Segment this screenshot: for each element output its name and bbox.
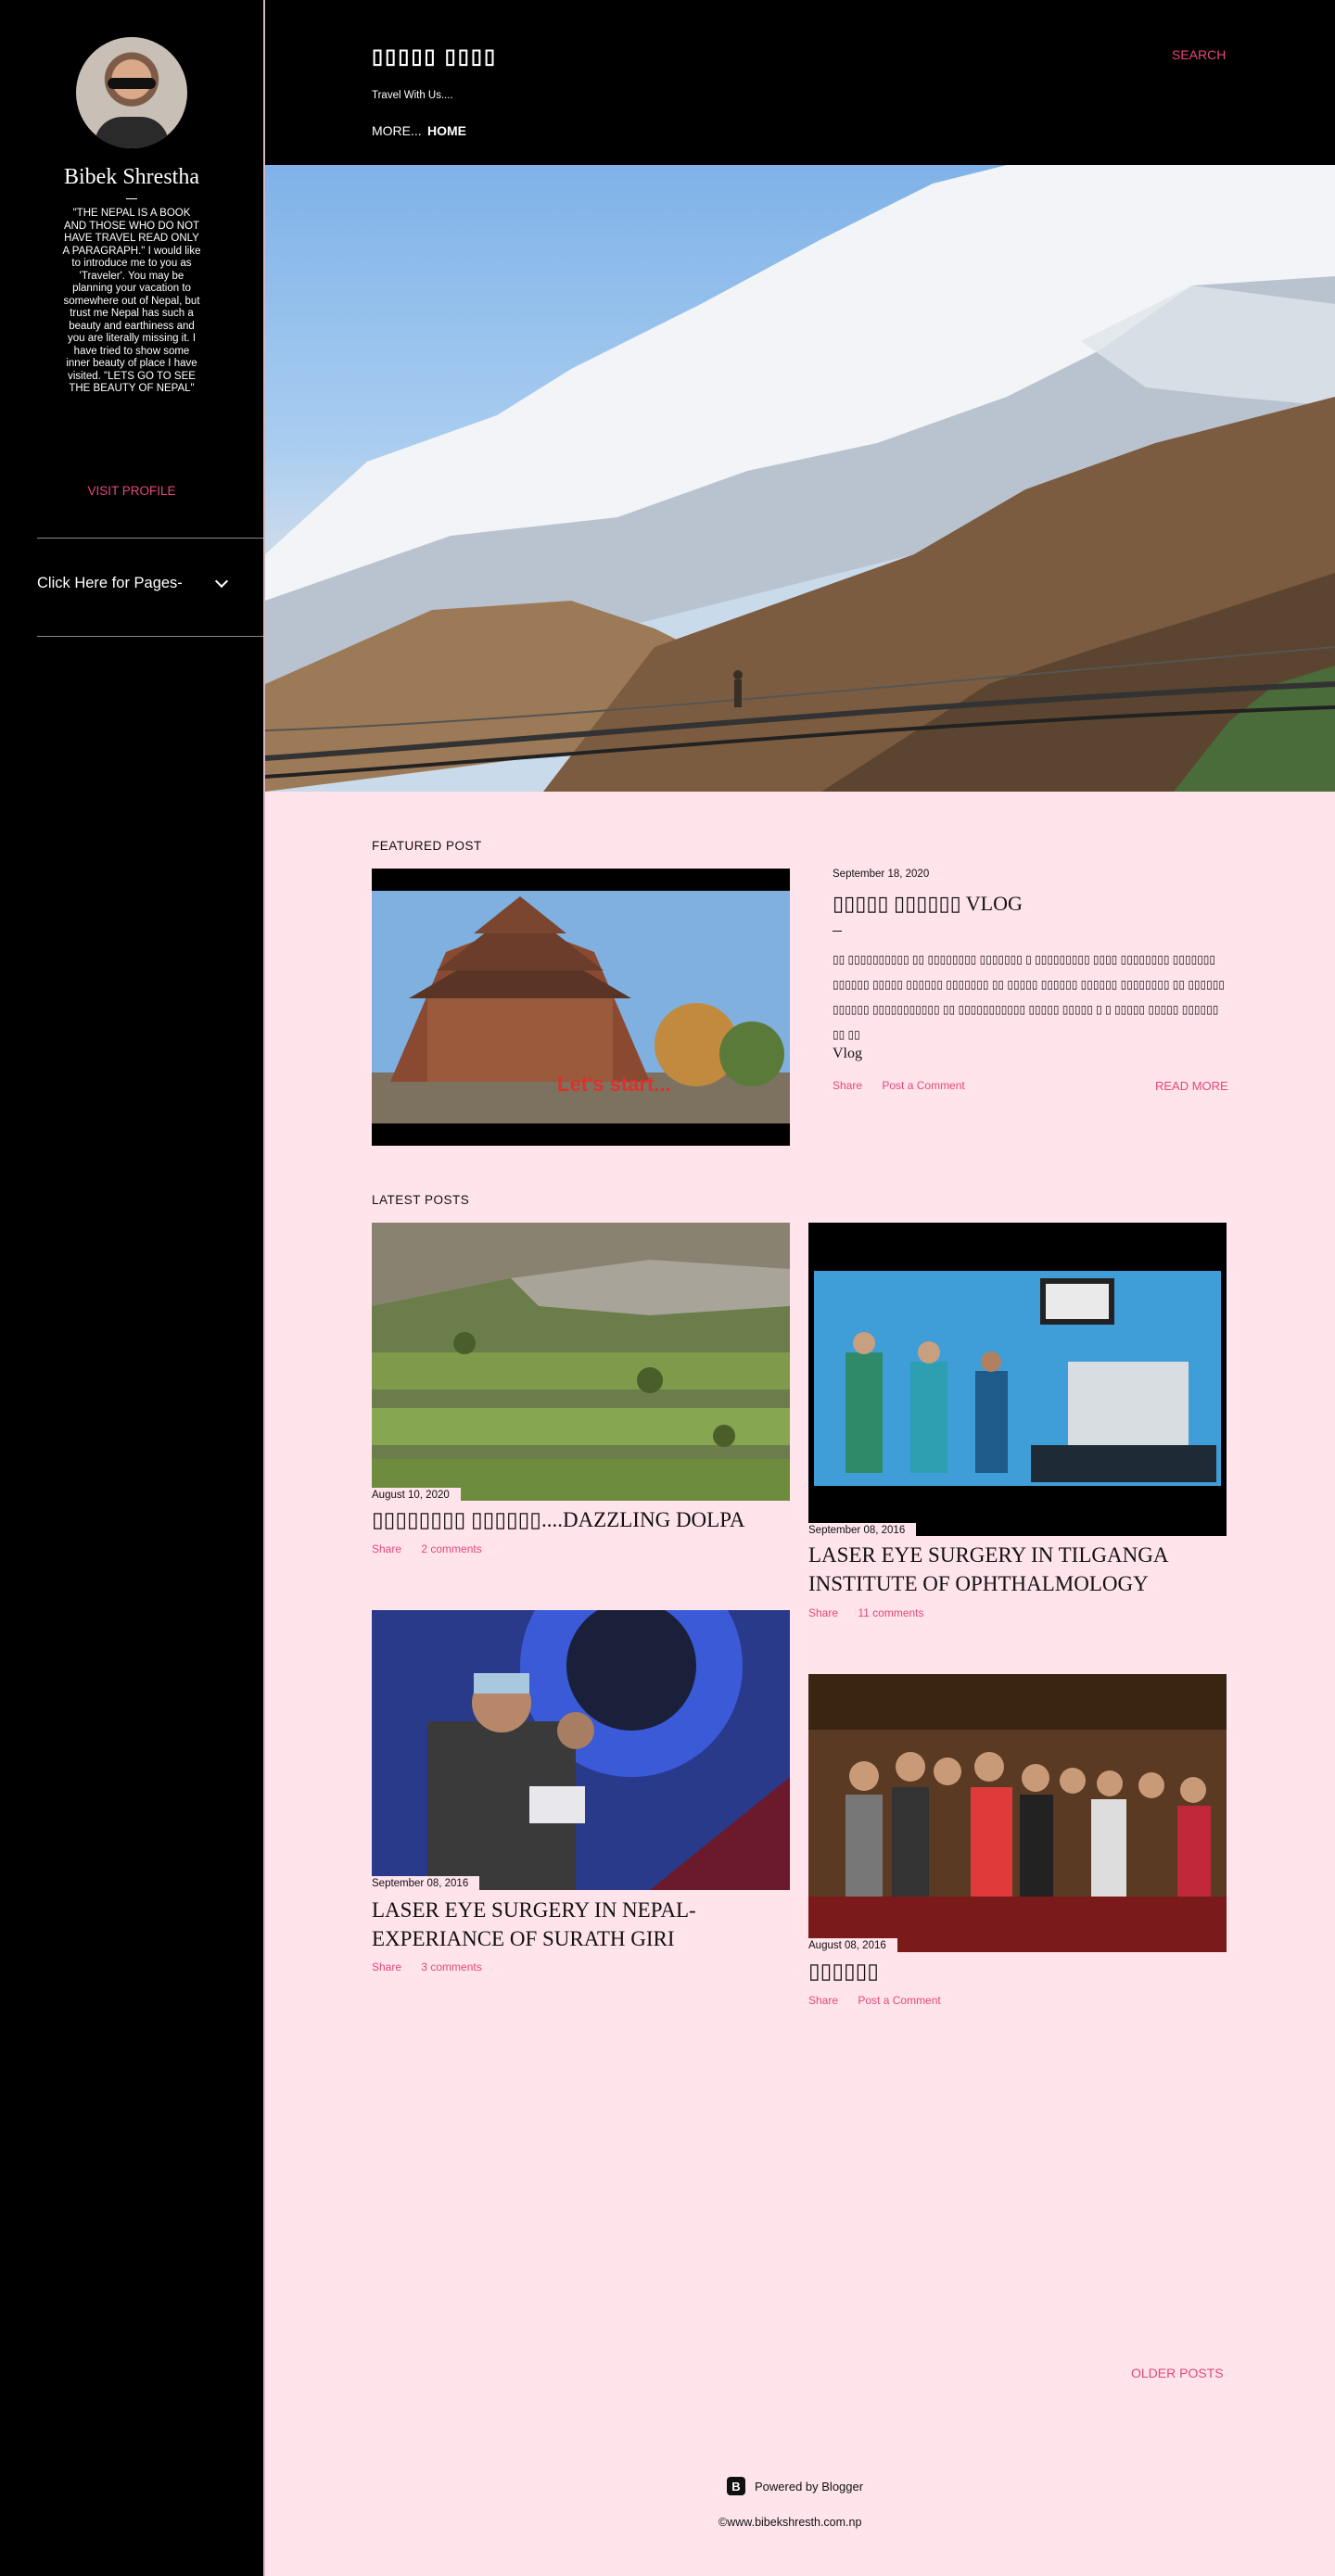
hero-image (265, 165, 1335, 792)
post-date: August 10, 2020 (372, 1488, 461, 1504)
post-title[interactable]: LASER EYE SURGERY IN NEPAL-EXPERIANCE OF… (372, 1896, 790, 1953)
post-date: August 08, 2016 (808, 1938, 897, 1954)
avatar-shirt (95, 117, 169, 148)
post-title[interactable]: LASER EYE SURGERY IN TILGANGA INSTITUTE … (808, 1541, 1227, 1598)
post-image-tilganga[interactable] (808, 1223, 1227, 1536)
laser-surgery-image (372, 1610, 790, 1890)
post-meta: Share Post a Comment (808, 1994, 958, 2007)
avatar[interactable] (76, 37, 187, 148)
nav-home[interactable]: HOME (427, 123, 466, 138)
surgery-room-image (814, 1271, 1221, 1486)
post-image-surath[interactable] (372, 1610, 790, 1890)
copyright-text: ©www.bibekshresth.com.np (718, 2516, 862, 2529)
profile-name[interactable]: Bibek Shrestha (19, 165, 245, 190)
powered-by-blogger[interactable]: B Powered by Blogger (727, 2477, 863, 2495)
post-meta: Share 11 comments (808, 1606, 941, 1619)
share-link[interactable]: Share (833, 1079, 862, 1092)
blog-description: Travel With Us.... (372, 90, 453, 101)
group-photo-image (808, 1674, 1227, 1952)
comment-link[interactable]: Post a Comment (882, 1079, 964, 1092)
featured-divider (833, 931, 842, 932)
comments-link[interactable]: Post a Comment (858, 1994, 940, 2007)
comments-link[interactable]: 11 comments (858, 1606, 923, 1619)
share-link[interactable]: Share (372, 1542, 401, 1555)
temple-image: Let's start... (372, 891, 790, 1123)
read-more-link[interactable]: READ MORE (1155, 1079, 1228, 1093)
post-title[interactable]: ▯▯▯▯▯▯▯▯ ▯▯▯▯▯▯....DAZZLING DOLPA (372, 1505, 790, 1534)
search-button[interactable]: SEARCH (1172, 47, 1226, 62)
featured-meta: Share Post a Comment (833, 1079, 982, 1092)
latest-section-title: LATEST POSTS (372, 1193, 470, 1207)
powered-by-text: Powered by Blogger (755, 2479, 864, 2494)
share-link[interactable]: Share (372, 1961, 401, 1973)
name-divider (126, 198, 137, 199)
featured-date: September 18, 2020 (833, 869, 930, 880)
share-link[interactable]: Share (808, 1994, 838, 2007)
post-image-group[interactable] (808, 1674, 1227, 1952)
pages-dropdown[interactable]: Click Here for Pages- (37, 574, 229, 592)
post-title[interactable]: ▯▯▯▯▯▯ (808, 1957, 1227, 1986)
featured-post-image[interactable]: Let's start... (372, 869, 790, 1146)
village-image (372, 1223, 790, 1501)
post-date: September 08, 2016 (808, 1523, 917, 1539)
sidebar: Bibek Shrestha "THE NEPAL IS A BOOK AND … (0, 0, 263, 2576)
post-meta: Share 2 comments (372, 1542, 499, 1555)
blog-title[interactable]: ▯▯▯▯▯ ▯▯▯▯ (372, 44, 497, 69)
share-link[interactable]: Share (808, 1606, 838, 1619)
comments-link[interactable]: 3 comments (421, 1961, 481, 1973)
visit-profile-link[interactable]: VISIT PROFILE (19, 484, 245, 498)
post-image-dolpa[interactable] (372, 1223, 790, 1501)
sunglasses-icon (108, 78, 156, 89)
post-meta: Share 3 comments (372, 1961, 499, 1973)
blogger-icon: B (727, 2477, 745, 2495)
featured-snippet: ▯▯ ▯▯▯▯▯▯▯▯▯▯ ▯▯ ▯▯▯▯▯▯▯▯ ▯▯▯▯▯▯▯ ▯ ▯▯▯▯… (833, 953, 1225, 1041)
pages-dropdown-label: Click Here for Pages- (37, 575, 183, 591)
chevron-down-icon (214, 574, 229, 589)
featured-vlog-label: Vlog (833, 1046, 862, 1061)
image-caption: Let's start... (557, 1072, 671, 1096)
header-bar (265, 0, 1335, 165)
mountain-bridge-image (265, 165, 1335, 792)
nav-more[interactable]: MORE... (372, 123, 422, 138)
featured-title[interactable]: ▯▯▯▯▯ ▯▯▯▯▯▯ VLOG (833, 892, 1023, 916)
comments-link[interactable]: 2 comments (421, 1542, 481, 1555)
older-posts-link[interactable]: OLDER POSTS (1131, 2366, 1224, 2380)
featured-section-title: FEATURED POST (372, 839, 482, 853)
sidebar-divider (37, 636, 263, 637)
profile-bio: "THE NEPAL IS A BOOK AND THOSE WHO DO NO… (62, 208, 201, 394)
post-date: September 08, 2016 (372, 1876, 480, 1892)
sidebar-divider (37, 538, 263, 539)
